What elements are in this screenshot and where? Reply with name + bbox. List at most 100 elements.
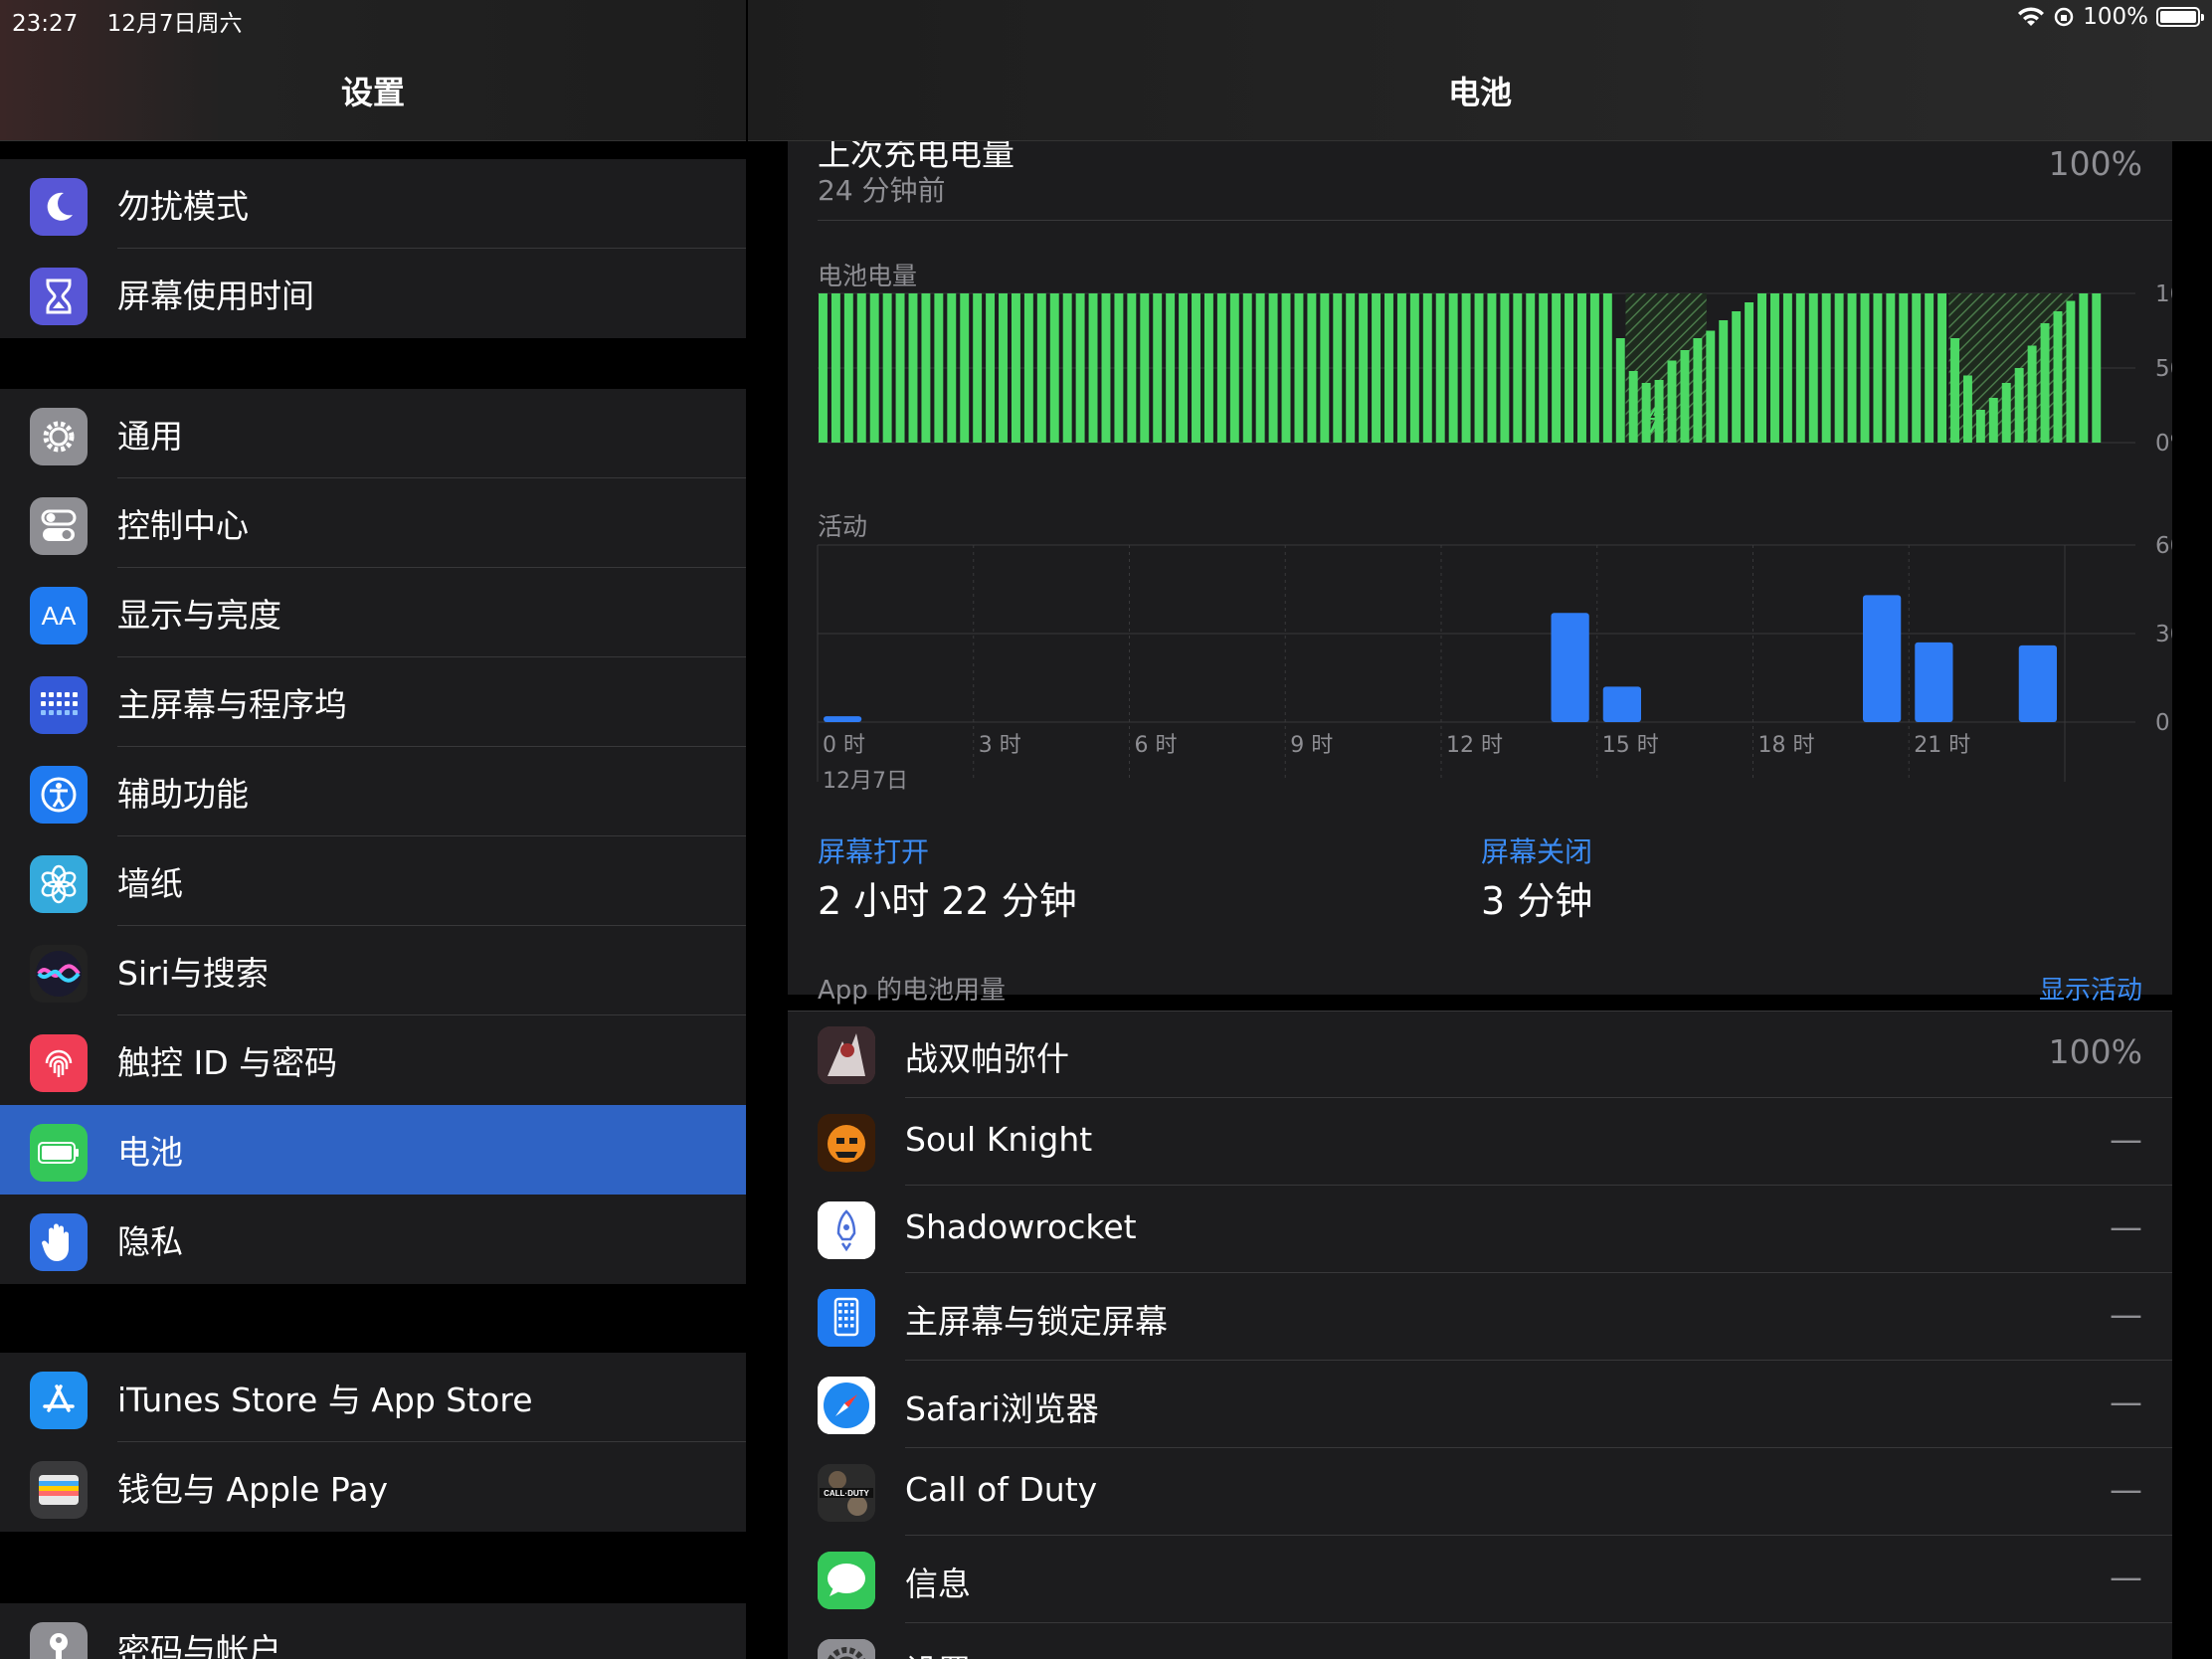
battery-bar [1782,293,1792,443]
sidebar-item-home-grid[interactable]: 主屏幕与程序坞 [0,657,746,747]
app-usage-value: — [2110,1295,2142,1334]
battery-bar [1988,398,1998,443]
y-tick-label: 100% [2155,283,2172,307]
screen-off-label: 屏幕关闭 [1481,835,1593,868]
app-usage-row[interactable]: 设置 [788,1623,2172,1659]
battery-bar [1602,293,1612,443]
divider [818,220,2172,221]
battery-bar [1886,293,1896,443]
sidebar-item-flower[interactable]: 墙纸 [0,836,746,926]
battery-bar [2014,368,2024,443]
app-usage-row[interactable]: Shadowrocket — [788,1186,2172,1273]
battery-bar [1346,293,1356,443]
battery-bar [1101,293,1111,443]
battery-percent: 100% [2083,4,2148,30]
settings-sidebar: 设置 勿扰模式 屏幕使用时间 通用 控制中心 AA 显示与亮度 主屏幕与程序坞 辅助功能 墙纸 S… [0,0,746,1659]
app-usage-value: — [2110,1207,2142,1246]
battery-bar [1526,293,1536,443]
battery-bar [1448,293,1458,443]
app-usage-value: — [2110,1382,2142,1421]
battery-bar [1615,338,1625,443]
activity-bar [1602,686,1641,722]
battery-bar [908,293,918,443]
battery-bar [830,293,840,443]
siri-icon [30,945,88,1003]
battery-bar [947,293,957,443]
sidebar-item-label: 屏幕使用时间 [117,276,314,315]
page-title: 电池 [1447,74,1512,111]
sidebar-item-gear[interactable]: 通用 [0,389,746,478]
battery-detail-panel: 电池 上次充电电量 24 分钟前 100% 电池电量 100%50%0% 活动 … [748,0,2212,1659]
battery-bar [1860,293,1870,443]
app-usage-row[interactable]: 信息 — [788,1536,2172,1623]
battery-bar [2079,293,2089,443]
sidebar-item-hand[interactable]: 隐私 [0,1195,746,1284]
y-tick-label: 60 分钟 [2155,533,2172,559]
battery-icon [30,1124,88,1182]
sidebar-item-app-store[interactable]: iTunes Store 与 App Store [0,1353,746,1442]
sidebar-item-accessibility[interactable]: 辅助功能 [0,747,746,836]
battery-bar [921,293,931,443]
app-usage-row[interactable]: CALL·DUTY Call of Duty — [788,1448,2172,1536]
punishing-gray-raven-icon [818,1026,875,1084]
app-usage-row[interactable]: Soul Knight — [788,1098,2172,1186]
app-name: 设置 [905,1645,971,1659]
battery-bar [1500,293,1510,443]
battery-bar [819,293,828,443]
app-usage-row[interactable]: 主屏幕与锁定屏幕 — [788,1273,2172,1361]
sidebar-item-hourglass[interactable]: 屏幕使用时间 [0,249,746,338]
activity-chart: 0 时 3 时 6 时 9 时 12 时 15 时 18 时 21 时 12月7日 60 分钟 30… [817,533,2172,794]
battery-bar [1577,293,1586,443]
battery-bar [1359,293,1369,443]
sidebar-item-fingerprint[interactable]: 触控 ID 与密码 [0,1015,746,1105]
battery-bar [1409,293,1419,443]
battery-bar [1255,293,1265,443]
battery-bar [1719,320,1729,443]
sidebar-item-label: 控制中心 [117,506,249,545]
battery-bar [1088,293,1098,443]
sidebar-item-label: iTunes Store 与 App Store [117,1381,533,1419]
status-bar-right: 100% [2017,4,2204,30]
sidebar-item-wallet[interactable]: 钱包与 Apple Pay [0,1442,746,1532]
ipad-icon [818,1289,875,1347]
battery-bar [1372,293,1382,443]
battery-bar [973,293,983,443]
x-tick-label: 9 时 [1290,733,1333,758]
battery-bar [1294,293,1304,443]
battery-bar [1268,293,1278,443]
app-usage-row[interactable]: 战双帕弥什 100% [788,1011,2172,1098]
app-store-icon [30,1372,88,1429]
battery-bar [1628,371,1638,443]
sidebar-item-toggles[interactable]: 控制中心 [0,478,746,568]
y-tick-label: 0% [2155,431,2172,453]
show-activity-button[interactable]: 显示活动 [2039,970,2142,1007]
sidebar-item-label: 钱包与 Apple Pay [117,1470,389,1509]
wallet-icon [30,1461,88,1519]
screen-on-value: 2 小时 22 分钟 [818,879,1077,923]
battery-bar [1396,293,1406,443]
gear-icon [30,408,88,465]
sidebar-item-siri[interactable]: Siri与搜索 [0,926,746,1015]
battery-bar [1925,293,1935,443]
battery-bar [1706,330,1716,443]
sidebar-item-label: Siri与搜索 [117,954,269,993]
sidebar-item-moon[interactable]: 勿扰模式 [0,159,746,249]
hourglass-icon [30,268,88,325]
settings-group-4: 密码与帐户 [0,1603,746,1659]
sidebar-item-battery[interactable]: 电池 [0,1105,746,1195]
sidebar-item-text-size[interactable]: AA 显示与亮度 [0,568,746,657]
battery-bar [2053,311,2063,443]
sidebar-item-key[interactable]: 密码与帐户 [0,1603,746,1659]
battery-bar [1049,293,1059,443]
screen-off-value: 3 分钟 [1481,879,1593,923]
app-name: Shadowrocket [905,1207,1137,1246]
key-icon [30,1622,88,1659]
svg-text:CALL·DUTY: CALL·DUTY [824,1489,869,1498]
app-usage-list: 战双帕弥什 100% Soul Knight — Shadowrocket — 主屏幕与锁定… [788,1011,2172,1659]
sidebar-item-label: 密码与帐户 [117,1631,281,1659]
app-usage-row[interactable]: Safari浏览器 — [788,1361,2172,1448]
battery-bar [1435,293,1445,443]
apps-header: App 的电池用量 [818,976,1007,1006]
app-usage-value: — [2110,1470,2142,1509]
battery-bar [1127,293,1137,443]
